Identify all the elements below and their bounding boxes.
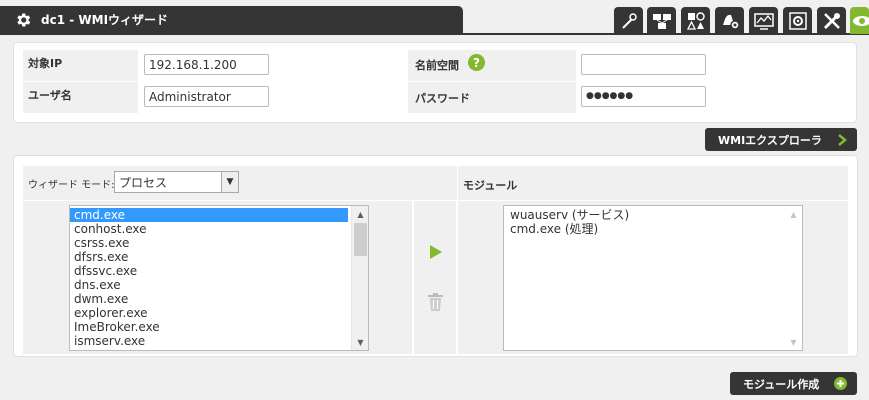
wand-icon [621, 12, 637, 29]
scroll-up-icon[interactable]: ▲ [785, 206, 802, 222]
network-icon [652, 13, 671, 29]
shapes-icon [686, 11, 705, 30]
alert-settings-button[interactable] [715, 7, 744, 34]
list-item[interactable]: ImeBroker.exe [70, 320, 368, 334]
list-item[interactable]: cmd.exe [70, 208, 348, 222]
wand-button[interactable] [614, 7, 643, 34]
wizard-mode-select[interactable]: プロセス ▼ [114, 171, 239, 193]
username-label: ユーザ名 [28, 89, 72, 102]
list-item[interactable]: explorer.exe [70, 306, 368, 320]
chevron-right-icon [838, 134, 847, 146]
gear-box-icon [788, 11, 807, 30]
modules-list-scrollbar[interactable]: ▲ ▼ [785, 206, 802, 350]
list-item[interactable]: conhost.exe [70, 222, 368, 236]
chevron-down-icon: ▼ [221, 172, 238, 192]
trash-icon[interactable] [427, 293, 444, 312]
gear-icon [13, 10, 33, 30]
eye-icon [852, 15, 869, 26]
add-arrow-icon[interactable] [428, 243, 444, 261]
list-item[interactable]: dns.exe [70, 278, 368, 292]
username-field[interactable] [144, 86, 269, 107]
wizard-panel: ウィザード モード: プロセス ▼ モジュール cmd.exe conhost.… [13, 155, 858, 357]
list-item[interactable]: dfssvc.exe [70, 264, 368, 278]
scroll-down-icon[interactable]: ▼ [785, 334, 802, 350]
modules-list[interactable]: wuauserv (サービス) cmd.exe (処理) ▲ ▼ [503, 205, 803, 351]
create-module-label: モジュール作成 [743, 377, 820, 391]
process-list-scrollbar[interactable]: ▲ ▼ [351, 206, 368, 350]
tools-icon [823, 12, 840, 29]
target-ip-field[interactable] [144, 54, 269, 75]
title-tab: dc1 - WMIウィザード [0, 6, 463, 33]
list-item[interactable]: dwm.exe [70, 292, 368, 306]
bell-gear-icon [722, 14, 740, 30]
tools-button[interactable] [817, 7, 846, 34]
credentials-panel: 対象IP 名前空間 ? ユーザ名 パスワード ●●●●●● [13, 42, 857, 123]
shapes-button[interactable] [681, 7, 710, 34]
scroll-thumb[interactable] [354, 223, 367, 256]
list-item[interactable]: ismserv.exe [70, 334, 368, 348]
help-icon[interactable]: ? [468, 54, 485, 71]
namespace-field[interactable] [581, 54, 706, 75]
password-field[interactable]: ●●●●●● [581, 86, 706, 107]
namespace-label: 名前空間 [415, 59, 459, 72]
modules-label: モジュール [463, 179, 518, 192]
wmi-explorer-button[interactable]: WMIエクスプローラ [705, 128, 857, 151]
view-button[interactable] [850, 7, 869, 34]
wizard-mode-label: ウィザード モード: [28, 180, 115, 191]
network-button[interactable] [647, 7, 676, 34]
list-item[interactable]: dfsrs.exe [70, 250, 368, 264]
target-ip-label: 対象IP [28, 57, 63, 70]
header-bar: dc1 - WMIウィザード [0, 0, 869, 40]
scroll-down-icon[interactable]: ▼ [352, 334, 368, 350]
password-label: パスワード [415, 92, 470, 105]
list-item[interactable]: cmd.exe (処理) [506, 222, 802, 236]
wmi-explorer-label: WMIエクスプローラ [718, 133, 822, 147]
monitor-button[interactable] [749, 7, 778, 34]
list-item[interactable]: csrss.exe [70, 236, 368, 250]
process-list[interactable]: cmd.exe conhost.exe csrss.exe dfsrs.exe … [69, 205, 369, 351]
list-item[interactable]: wuauserv (サービス) [506, 208, 802, 222]
scroll-up-icon[interactable]: ▲ [352, 206, 368, 222]
create-module-button[interactable]: モジュール作成 [730, 372, 857, 395]
config-button[interactable] [783, 7, 812, 34]
page-title: dc1 - WMIウィザード [41, 13, 169, 27]
wizard-mode-value: プロセス [119, 176, 168, 190]
monitor-chart-icon [753, 12, 774, 30]
plus-circle-icon [834, 377, 847, 390]
